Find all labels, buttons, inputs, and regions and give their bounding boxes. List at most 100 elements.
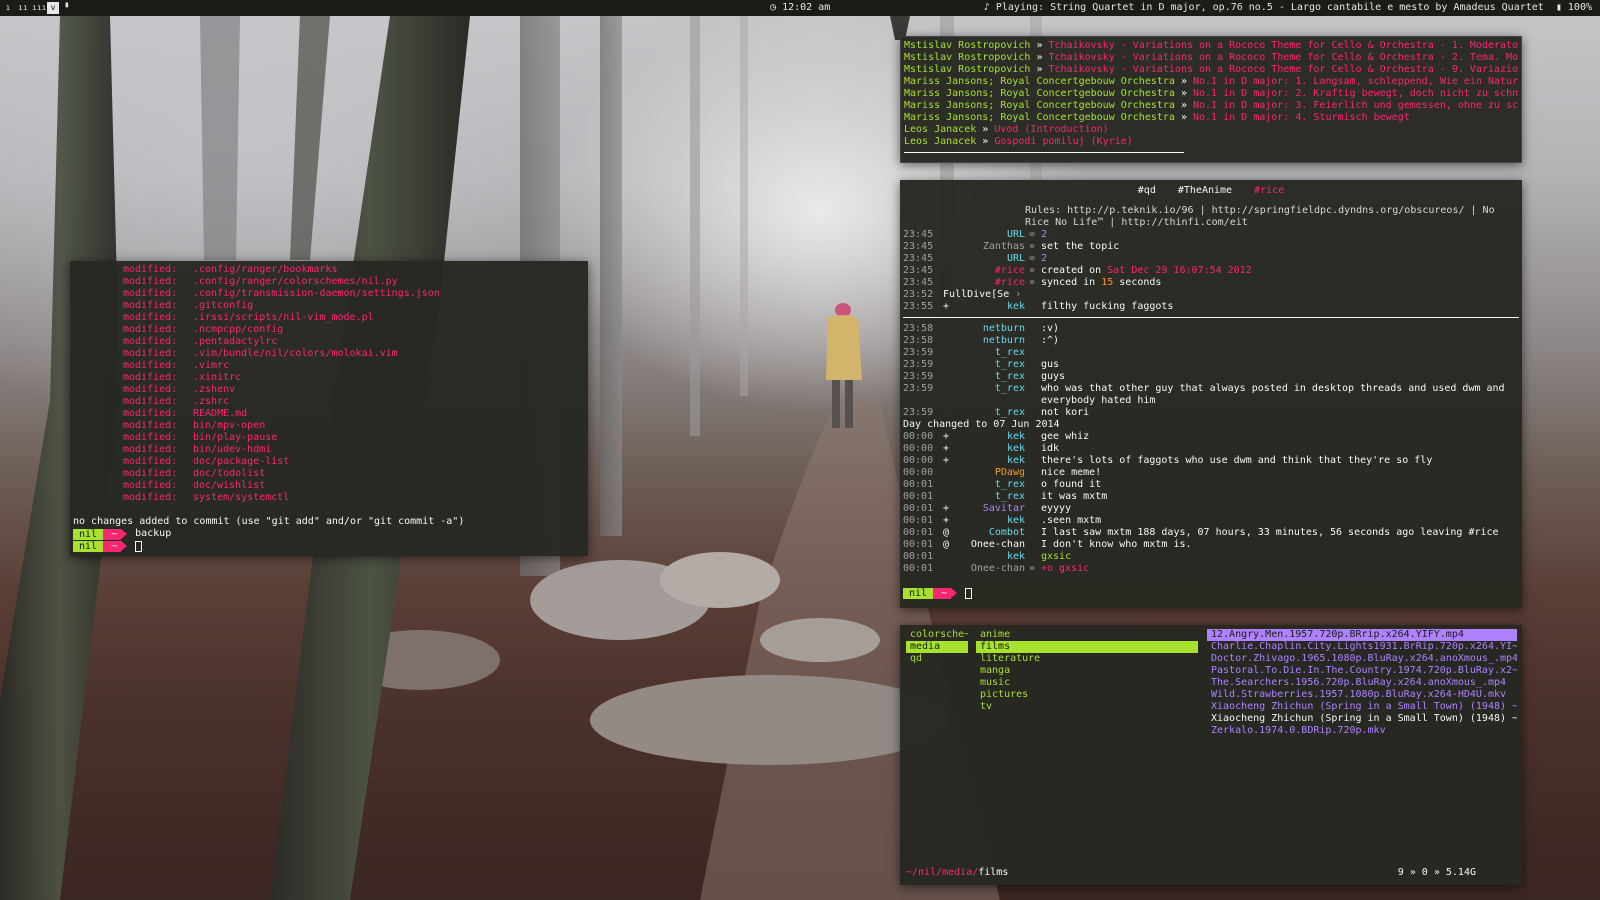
file-entry[interactable]: colorsche~ <box>906 629 968 641</box>
playlist-item[interactable]: Leos Janacek » Gospodi pomiluj (Kyrie) <box>904 136 1518 148</box>
music-playlist-terminal[interactable]: Mstislav Rostropovich » Tchaikovsky - Va… <box>900 36 1522 163</box>
playlist-item[interactable]: Mariss Jansons; Royal Concertgebouw Orch… <box>904 76 1518 88</box>
file-path: .config/ranger/bookmarks <box>193 264 338 275</box>
playlist-item[interactable]: Mariss Jansons; Royal Concertgebouw Orch… <box>904 88 1518 100</box>
irc-nick: PDawg <box>994 467 1025 478</box>
playlist[interactable]: Mstislav Rostropovich » Tchaikovsky - Va… <box>904 40 1518 148</box>
file-entry[interactable]: pictures <box>976 689 1198 701</box>
workspace-3[interactable]: ııı <box>32 2 46 14</box>
battery-level: 100% <box>1567 2 1592 13</box>
unread-divider <box>903 317 1519 318</box>
irc-message-row: 00:01 + Savitar eyyyy <box>903 503 1519 515</box>
preview-directory-column[interactable]: 12.Angry.Men.1957.720p.BRrip.x264.YIFY.m… <box>1207 629 1517 737</box>
irc-nick: #rice <box>994 265 1025 276</box>
modified-file-row: modified: bin/udev-hdmi <box>73 444 585 456</box>
channel-theanime[interactable]: #TheAnime <box>1178 185 1232 196</box>
file-entry[interactable]: Wild.Strawberries.1957.1080p.BluRay.x264… <box>1207 689 1517 701</box>
track-title: Tchaikovsky - Variations on a Rococo The… <box>1048 52 1519 63</box>
irc-message-row: 23:59 t_rex gus <box>903 359 1519 371</box>
file-entry[interactable]: 12.Angry.Men.1957.720p.BRrip.x264.YIFY.m… <box>1207 629 1517 641</box>
file-path: README.md <box>193 408 248 419</box>
workspace-1[interactable]: ı <box>2 2 14 14</box>
irc-nick: kek <box>1006 301 1025 312</box>
playlist-item[interactable]: Mstislav Rostropovich » Tchaikovsky - Va… <box>904 40 1518 52</box>
modified-file-row: modified: .vim/bundle/nil/colors/molokai.… <box>73 348 585 360</box>
git-status-terminal[interactable]: modified: .config/ranger/bookmarks modifie… <box>70 261 588 556</box>
file-entry[interactable]: The.Searchers.1956.720p.BluRay.x264.anoX… <box>1207 677 1517 689</box>
modified-file-row: modified: doc/wishlist <box>73 480 585 492</box>
irc-message-text: idk <box>1041 443 1060 454</box>
modified-label: modified: <box>123 264 178 275</box>
irc-message-text: set the topic <box>1041 241 1120 252</box>
irc-message-row: 23:58 netburn:^) <box>903 335 1519 347</box>
playlist-item[interactable]: Mstislav Rostropovich » Tchaikovsky - Va… <box>904 52 1518 64</box>
modified-file-row: modified: .zshenv <box>73 384 585 396</box>
irc-message-text: gus <box>1041 359 1060 370</box>
ranger-file-manager[interactable]: colorsche~ media qd anime films literature ma… <box>900 625 1522 885</box>
text-cursor[interactable] <box>135 540 143 552</box>
irc-nick: t_rex <box>994 347 1025 358</box>
modified-label: modified: <box>123 408 178 419</box>
irc-nick: netburn <box>982 323 1025 334</box>
workspace-2[interactable]: ıı <box>17 2 29 14</box>
file-entry[interactable]: Charlie.Chaplin.City.Lights1931.BrRip.72… <box>1207 641 1517 653</box>
shell-prompt-active[interactable]: nil ~ <box>73 540 585 552</box>
modified-label: modified: <box>123 468 178 479</box>
prompt-dir: ~ <box>933 587 952 599</box>
irc-nick: kek <box>1006 443 1025 454</box>
file-entry[interactable]: tv <box>976 701 1198 713</box>
ranger-statusline: ~/nil/media/films 9 » 0 » 5.14G <box>906 867 1516 879</box>
workspace-4-active[interactable]: v <box>47 2 59 14</box>
playlist-item[interactable]: Mariss Jansons; Royal Concertgebouw Orch… <box>904 112 1518 124</box>
git-summary: no changes added to commit (use "git add… <box>73 516 465 527</box>
irc-message-text: I last saw mxtm 188 days, 07 hours, 33 m… <box>1041 527 1499 538</box>
irc-nick: netburn <box>982 335 1025 346</box>
modified-label: modified: <box>123 384 178 395</box>
channel-rice[interactable]: #rice <box>1254 185 1284 196</box>
shell-prompt[interactable]: nil ~ backup <box>73 528 585 540</box>
workspace-switcher[interactable]: ı ıı ııı v ▘ <box>2 2 74 14</box>
current-path-dir: films <box>978 867 1009 878</box>
irc-nick: Savitar <box>982 503 1025 514</box>
channel-list[interactable]: #qd #TheAnime #rice <box>903 185 1519 197</box>
irc-nick: t_rex <box>994 479 1025 490</box>
file-entry[interactable]: manga <box>976 665 1198 677</box>
modified-label: modified: <box>123 360 178 371</box>
irc-nick: kek <box>1006 551 1025 562</box>
irc-message-row: 23:58 netburn:v) <box>903 323 1519 335</box>
workspace-5[interactable]: ▘ <box>62 2 74 14</box>
channel-qd[interactable]: #qd <box>1138 185 1156 196</box>
track-title: No.1 in D major: 2. Kraftig bewegt, doch… <box>1193 88 1518 99</box>
modified-file-row: modified: .xinitrc <box>73 372 585 384</box>
playlist-item[interactable]: Leos Janacek » Uvod (Introduction) <box>904 124 1518 136</box>
file-entry[interactable]: Doctor.Zhivago.1965.1080p.BluRay.x264.an… <box>1207 653 1517 665</box>
file-entry[interactable]: Zerkalo.1974.0.BDRip.720p.mkv <box>1207 725 1517 737</box>
file-entry[interactable]: Xiaocheng Zhichun (Spring in a Small Tow… <box>1207 713 1517 725</box>
irc-nick: kek <box>1006 515 1025 526</box>
file-entry[interactable]: anime <box>976 629 1198 641</box>
track-title: Gospodi pomiluj (Kyrie) <box>994 136 1133 147</box>
file-entry[interactable]: media <box>906 641 968 653</box>
irc-message-text: 2 <box>1041 229 1048 240</box>
file-entry[interactable]: Pastoral.To.Die.In.The.Country.1974.720p… <box>1207 665 1517 677</box>
file-entry[interactable]: films <box>976 641 1198 653</box>
file-entry[interactable]: qd <box>906 653 968 665</box>
parent-directory-column[interactable]: colorsche~ media qd <box>906 629 968 665</box>
file-entry[interactable]: Xiaocheng Zhichun (Spring in a Small Tow… <box>1207 701 1517 713</box>
irc-input-prompt[interactable]: nil ~ <box>903 587 1519 599</box>
track-title: No.1 in D major: 1. Langsam, schleppend,… <box>1193 76 1518 87</box>
current-directory-column[interactable]: anime films literature manga music pictures tv <box>976 629 1198 713</box>
modified-label: modified: <box>123 288 178 299</box>
clock-icon: ◷ <box>770 2 777 13</box>
track-artist: Mariss Jansons; Royal Concertgebouw Orch… <box>904 76 1175 87</box>
text-cursor[interactable] <box>965 587 973 599</box>
playlist-item[interactable]: Mariss Jansons; Royal Concertgebouw Orch… <box>904 100 1518 112</box>
track-artist: Mstislav Rostropovich <box>904 40 1031 51</box>
irc-message-row: 23:45 #rice» created on Sat Dec 29 16:07:5… <box>903 265 1519 277</box>
irc-client-terminal[interactable]: #qd #TheAnime #rice Rules: http://p.tekn… <box>900 180 1522 608</box>
playlist-item[interactable]: Mstislav Rostropovich » Tchaikovsky - Va… <box>904 64 1518 76</box>
irc-message-text: o found it <box>1041 479 1102 490</box>
file-entry[interactable]: music <box>976 677 1198 689</box>
file-entry[interactable]: literature <box>976 653 1198 665</box>
irc-message-text: gxsic <box>1041 551 1072 562</box>
